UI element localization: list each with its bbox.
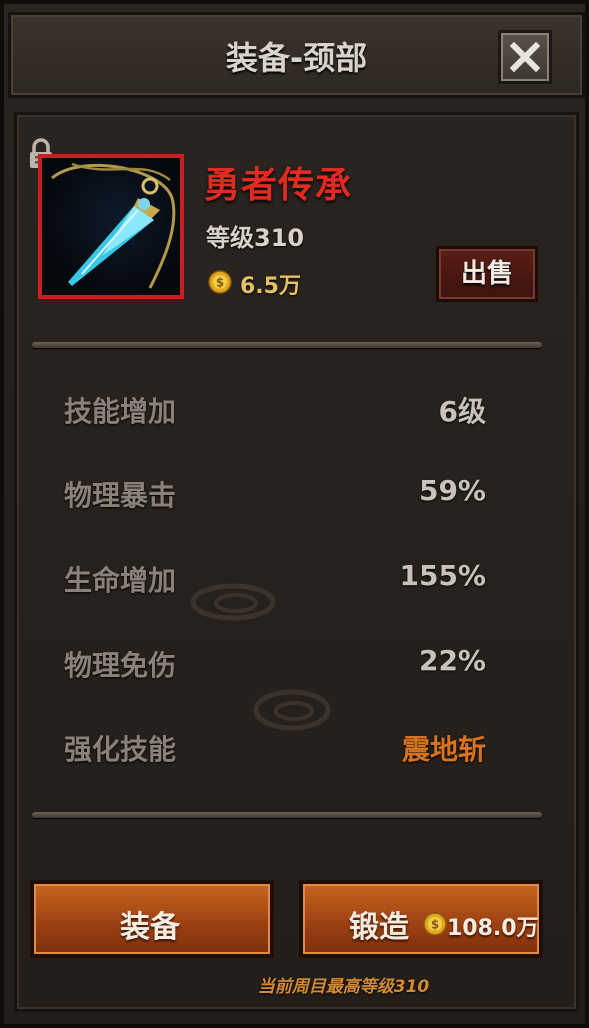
sell-button[interactable]: 出售 [436,246,538,302]
stat-label: 生命增加 [64,564,177,597]
item-name: 勇者传承 [204,165,353,206]
item-icon-frame[interactable] [38,154,184,299]
enhanced-skill-value: 震地斩 [401,733,486,766]
gold-coin-icon: $ [423,912,447,936]
stat-label: 物理免伤 [64,649,177,682]
stat-value: 155% [399,559,486,592]
crystal-pendant-icon [51,162,176,289]
dialog-title: 装备-颈部 [225,39,368,77]
stat-value: 59% [418,474,486,507]
close-icon [510,42,540,72]
stat-label: 技能增加 [64,395,177,428]
close-button[interactable] [498,30,552,84]
equip-button[interactable]: 装备 [30,880,274,958]
divider [32,342,542,348]
item-level: 等级310 [206,224,305,252]
equip-button-label: 装备 [120,910,180,945]
item-price: 6.5万 [240,274,301,299]
forge-button[interactable]: 锻造 $ 108.0万 [299,880,543,958]
svg-text:$: $ [431,918,439,932]
forge-cost: 108.0万 [447,916,539,941]
gold-coin-icon: $ [208,270,232,294]
divider [32,812,542,818]
stat-value: 6级 [438,395,486,428]
max-level-note: 当前周目最高等级310 [257,977,430,997]
stat-value: 22% [418,644,486,677]
stat-label: 强化技能 [64,733,177,766]
equipment-dialog: 装备-颈部 勇者传承 等级310 $ 6.5万 出售 技能增加 6级 物理暴击 … [0,0,589,1028]
swirl-decoration-icon [190,583,276,621]
svg-text:$: $ [216,276,224,290]
forge-button-label: 锻造 [349,910,409,945]
swirl-decoration-icon [253,689,331,731]
stat-label: 物理暴击 [64,479,177,512]
